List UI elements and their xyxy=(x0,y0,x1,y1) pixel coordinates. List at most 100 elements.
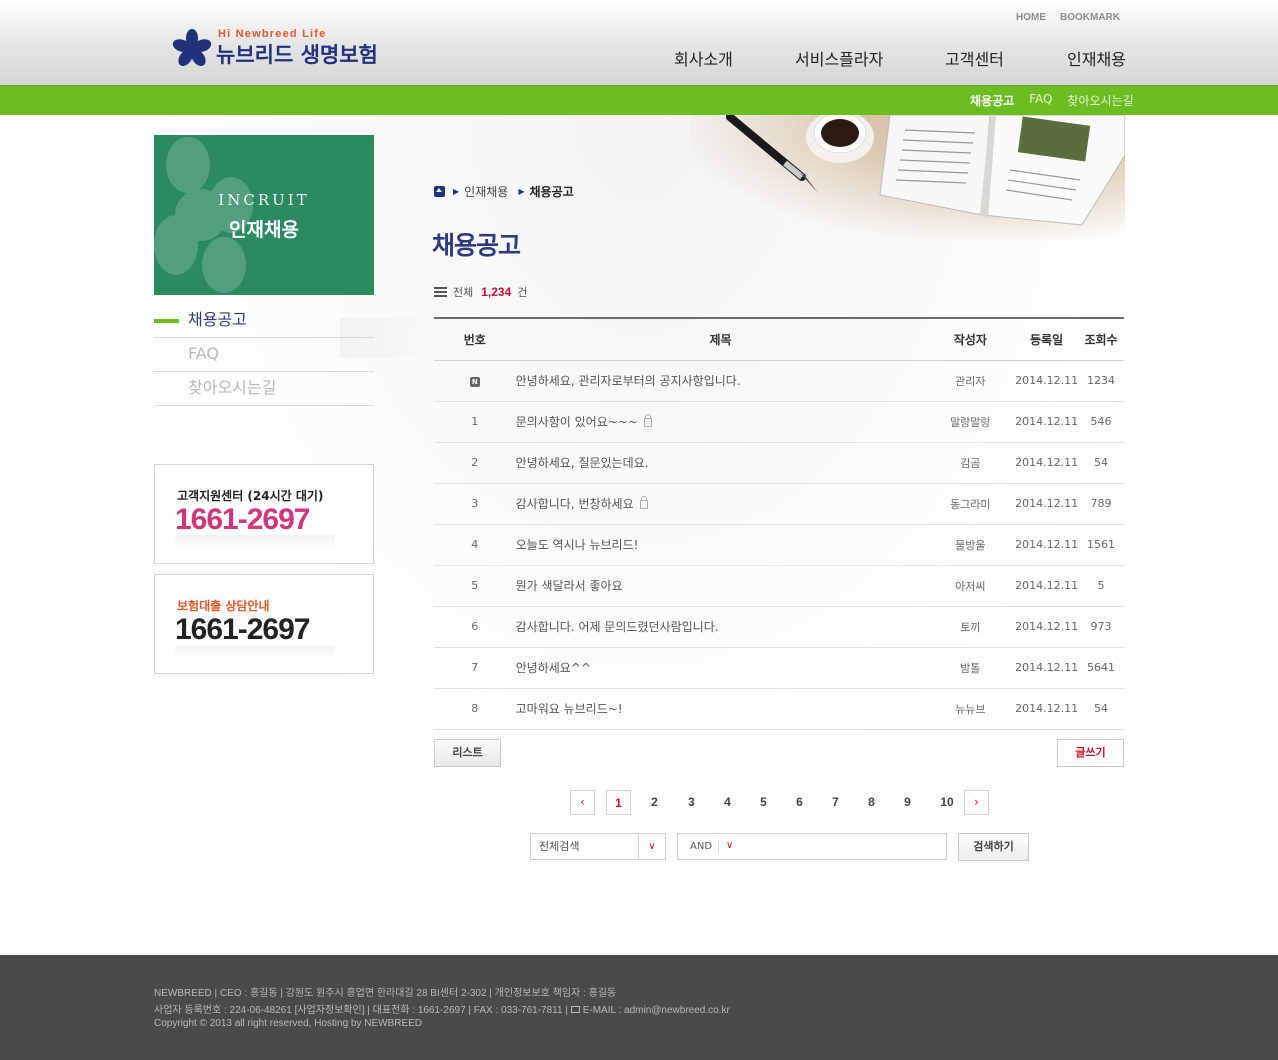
next-page-button[interactable]: › xyxy=(964,790,989,815)
page-6[interactable]: 6 xyxy=(792,790,807,815)
mail-icon xyxy=(570,1006,580,1013)
total-count-value: 1,234 xyxy=(481,285,512,299)
page-1[interactable]: 1 xyxy=(606,790,631,815)
page-4[interactable]: 4 xyxy=(720,790,735,815)
row-date: 2014.12.11 xyxy=(1015,442,1079,484)
table-row[interactable]: 1 문의사항이 있어요~~~ 말랑말랑 2014.12.11 546 xyxy=(434,401,1124,443)
home-icon[interactable] xyxy=(434,186,445,197)
table-row[interactable]: 6 감사합니다. 어제 문의드렸던사람입니다. 토끼 2014.12.11 973 xyxy=(434,606,1124,648)
footer-company-info: NEWBREED | CEO : 홍길동 | 강원도 원주시 흥업면 한라대길 … xyxy=(154,988,617,999)
search-button[interactable]: 검색하기 xyxy=(958,833,1029,861)
table-row[interactable]: N 안녕하세요, 관리자로부터의 공지사항입니다. 관리자 2014.12.11 123… xyxy=(434,360,1124,402)
write-button[interactable]: 글쓰기 xyxy=(1057,739,1124,767)
chevron-right-icon: ▶ xyxy=(518,187,525,196)
row-title-link[interactable]: 오늘도 역시나 뉴브리드! xyxy=(516,538,639,552)
sub-nav-faq[interactable]: FAQ xyxy=(1029,92,1052,109)
total-count: 전체 1,234 건 xyxy=(434,284,527,300)
page-5[interactable]: 5 xyxy=(756,790,771,815)
main-nav-customer-center[interactable]: 고객센터 xyxy=(945,46,1004,70)
row-views: 1561 xyxy=(1078,524,1124,566)
row-views: 1234 xyxy=(1078,360,1124,402)
row-title-link[interactable]: 안녕하세요^^ xyxy=(516,661,591,675)
desk-illustration xyxy=(690,115,1125,240)
sub-nav-job-posting[interactable]: 채용공고 xyxy=(970,92,1014,109)
chevron-down-icon: ∨ xyxy=(718,839,733,853)
bookmark-link[interactable]: BOOKMARK xyxy=(1060,12,1120,23)
loan-consult-phone: 1661-2697 xyxy=(175,613,310,646)
column-header-no: 번호 xyxy=(434,318,516,361)
row-number: 6 xyxy=(434,606,516,648)
banner-english-title: INCRUIT xyxy=(218,191,310,209)
footer-registration: 사업자 등록번호 : 224-06-48261 [사업자정보확인] | 대표전화… xyxy=(154,1005,571,1016)
row-title-cell: 오늘도 역시나 뉴브리드! xyxy=(515,524,926,566)
row-title-link[interactable]: 고마워요 뉴브리드~! xyxy=(516,702,623,716)
sub-nav: 채용공고 FAQ 찾아오시는길 xyxy=(970,92,1134,109)
page-3[interactable]: 3 xyxy=(684,790,699,815)
support-center-box: 고객지원센터 (24시간 대기) 1661-2697 xyxy=(154,464,374,564)
prev-page-button[interactable]: ‹ xyxy=(570,790,595,815)
page-2[interactable]: 2 xyxy=(647,790,662,815)
phone-reflection xyxy=(175,645,335,659)
list-button[interactable]: 리스트 xyxy=(434,739,501,767)
notice-badge-icon: N xyxy=(469,377,480,387)
home-link[interactable]: HOME xyxy=(1016,12,1046,23)
chevron-down-icon: ∨ xyxy=(638,834,665,859)
loan-consult-box: 보험대출 상담안내 1661-2697 xyxy=(154,574,374,674)
row-number: 7 xyxy=(434,647,516,689)
footer-email[interactable]: E-MAIL : admin@newbreed.co.kr xyxy=(583,1005,730,1016)
page-10[interactable]: 10 xyxy=(937,790,957,815)
row-author: 토끼 xyxy=(925,606,1016,648)
row-date: 2014.12.11 xyxy=(1015,401,1079,443)
star-logo-icon xyxy=(172,29,212,66)
table-row[interactable]: 2 안녕하세요, 질문있는데요. 김곰 2014.12.11 54 xyxy=(434,442,1124,484)
search-input[interactable]: AND ∨ xyxy=(677,833,947,860)
page-8[interactable]: 8 xyxy=(864,790,879,815)
breadcrumb-recruit[interactable]: 인재채용 xyxy=(464,183,508,200)
main-nav-recruit[interactable]: 인재채용 xyxy=(1067,46,1126,70)
row-title-link[interactable]: 감사합니다, 번창하세요 xyxy=(516,497,634,511)
row-date: 2014.12.11 xyxy=(1015,688,1079,730)
total-label: 전체 xyxy=(453,286,474,299)
sub-nav-directions[interactable]: 찾아오시는길 xyxy=(1067,92,1133,109)
row-views: 546 xyxy=(1078,401,1124,443)
row-title-link[interactable]: 문의사항이 있어요~~~ xyxy=(516,415,638,429)
side-menu-faq[interactable]: FAQ xyxy=(154,338,374,372)
main-nav-service-plaza[interactable]: 서비스플라자 xyxy=(795,46,883,70)
header: Hi Newbreed Life 뉴브리드 생명보험 HOME BOOKMARK… xyxy=(0,0,1278,85)
row-date: 2014.12.11 xyxy=(1015,524,1079,566)
row-title-link[interactable]: 뭔가 색달라서 좋아요 xyxy=(516,579,623,593)
table-row[interactable]: 3 감사합니다, 번창하세요 동그라미 2014.12.11 789 xyxy=(434,483,1124,525)
row-title-cell: 감사합니다. 어제 문의드렸던사람입니다. xyxy=(515,606,926,648)
row-views: 54 xyxy=(1078,688,1124,730)
row-number: 5 xyxy=(434,565,516,607)
row-date: 2014.12.11 xyxy=(1015,647,1079,689)
search-operator[interactable]: AND xyxy=(690,841,712,852)
page-9[interactable]: 9 xyxy=(900,790,915,815)
row-date: 2014.12.11 xyxy=(1015,565,1079,607)
banner-korean-title: 인재채용 xyxy=(229,219,299,241)
main-nav-company[interactable]: 회사소개 xyxy=(674,46,733,70)
logo[interactable]: Hi Newbreed Life 뉴브리드 생명보험 xyxy=(172,28,402,73)
board-header-row: 번호 제목 작성자 등록일 조회수 xyxy=(434,318,1124,361)
side-menu-directions[interactable]: 찾아오시는길 xyxy=(154,372,374,406)
row-title-link[interactable]: 안녕하세요, 질문있는데요. xyxy=(516,456,649,470)
search-scope-select[interactable]: 전체검색 ∨ xyxy=(530,833,666,860)
lock-icon xyxy=(639,496,648,509)
row-title-link[interactable]: 안녕하세요, 관리자로부터의 공지사항입니다. xyxy=(516,374,741,388)
column-header-author: 작성자 xyxy=(925,318,1016,361)
table-row[interactable]: 7 안녕하세요^^ 밤톨 2014.12.11 5641 xyxy=(434,647,1124,689)
row-number: 3 xyxy=(434,483,516,525)
phone-reflection xyxy=(175,535,335,549)
side-menu-job-posting[interactable]: 채용공고 xyxy=(154,304,374,338)
table-row[interactable]: 4 오늘도 역시나 뉴브리드! 물방울 2014.12.11 1561 xyxy=(434,524,1124,566)
row-title-link[interactable]: 감사합니다. 어제 문의드렸던사람입니다. xyxy=(516,620,719,634)
support-center-phone: 1661-2697 xyxy=(175,503,310,536)
fountain-pen-icon xyxy=(726,115,818,193)
table-row[interactable]: 8 고마워요 뉴브리드~! 뉴뉴브 2014.12.11 54 xyxy=(434,688,1124,730)
table-row[interactable]: 5 뭔가 색달라서 좋아요 아저씨 2014.12.11 5 xyxy=(434,565,1124,607)
chevron-left-icon: ‹ xyxy=(580,795,585,809)
row-title-cell: 안녕하세요^^ xyxy=(515,647,926,689)
row-author: 물방울 xyxy=(925,524,1016,566)
row-views: 5 xyxy=(1078,565,1124,607)
page-7[interactable]: 7 xyxy=(828,790,843,815)
